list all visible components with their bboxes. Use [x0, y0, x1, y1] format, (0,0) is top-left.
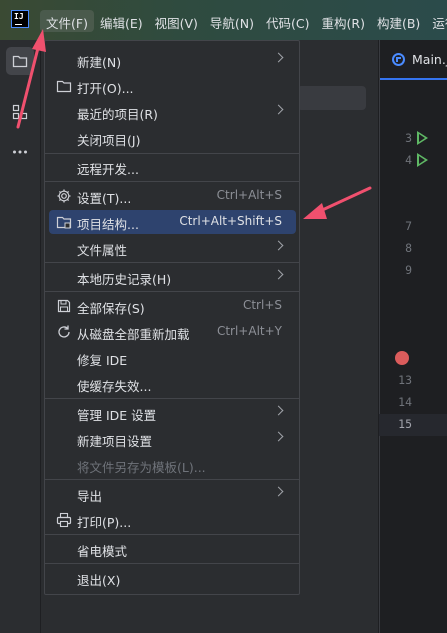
annotation-arrows — [16, 29, 372, 219]
annotation-arrow-project-structure — [303, 186, 372, 219]
annotation-arrow-file-menu — [16, 29, 46, 129]
